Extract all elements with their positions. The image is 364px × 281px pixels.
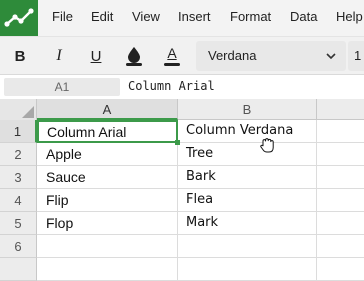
spreadsheet-grid: A B 1 2 3 4 5 6 Column Arial Apple Sauce… [0,99,364,281]
cell-c2[interactable] [317,143,364,166]
app-logo-icon[interactable] [0,0,38,36]
cell-b3[interactable]: Bark [178,166,317,189]
cell-a4[interactable]: Flip [37,189,178,212]
row-header-1[interactable]: 1 [0,120,37,143]
formula-bar: A1 Column Arial [0,74,364,100]
text-color-label: A [167,45,177,61]
cell-b5[interactable]: Mark [178,212,317,235]
row-header-2[interactable]: 2 [0,143,37,166]
menu-edit[interactable]: Edit [91,9,113,24]
chevron-down-icon [326,47,336,68]
menu-file[interactable]: File [52,9,73,24]
cell-c3[interactable] [317,166,364,189]
row-header-6[interactable]: 6 [0,235,37,258]
fill-color-icon[interactable] [121,43,147,69]
text-color-button[interactable]: A [159,43,185,69]
column-header-b[interactable]: B [178,99,317,120]
menu-insert[interactable]: Insert [178,9,211,24]
cell-a2[interactable]: Apple [37,143,178,166]
menu-view[interactable]: View [132,9,160,24]
cell-a7[interactable] [37,258,178,281]
cell-b1[interactable]: Column Verdana [178,120,317,143]
row-header-3[interactable]: 3 [0,166,37,189]
select-all-corner[interactable] [0,99,37,121]
cell-b7[interactable] [178,258,317,281]
menu-data[interactable]: Data [290,9,317,24]
row-header-7[interactable] [0,258,37,281]
text-color-swatch [164,63,180,66]
cell-a3[interactable]: Sauce [37,166,178,189]
row-header-4[interactable]: 4 [0,189,37,212]
column-header-c[interactable] [317,99,364,120]
cell-b2[interactable]: Tree [178,143,317,166]
cell-c6[interactable] [317,235,364,258]
cell-b6[interactable] [178,235,317,258]
font-size-select[interactable]: 1 [348,41,364,71]
hand-cursor-icon [258,137,278,155]
formula-input[interactable]: Column Arial [128,79,215,93]
fill-handle[interactable] [175,140,180,145]
cell-a1[interactable]: Column Arial [37,120,178,143]
menu-bar: File Edit View Insert Format Data Help [0,0,364,36]
menu-format[interactable]: Format [230,9,271,24]
row-header-5[interactable]: 5 [0,212,37,235]
cell-b4[interactable]: Flea [178,189,317,212]
cell-reference[interactable]: A1 [4,78,120,96]
underline-button[interactable]: U [83,43,109,69]
font-family-value: Verdana [208,48,257,63]
toolbar: B I U A Verdana 1 [0,36,364,75]
cell-c5[interactable] [317,212,364,235]
cell-c7[interactable] [317,258,364,281]
cell-a5[interactable]: Flop [37,212,178,235]
cell-c4[interactable] [317,189,364,212]
menu-help[interactable]: Help [336,9,363,24]
italic-button[interactable]: I [46,43,72,69]
bold-button[interactable]: B [7,43,33,69]
cell-a6[interactable] [37,235,178,258]
font-family-select[interactable]: Verdana [196,41,346,71]
font-size-value: 1 [354,48,362,63]
cell-c1[interactable] [317,120,364,143]
column-header-a[interactable]: A [37,99,178,120]
